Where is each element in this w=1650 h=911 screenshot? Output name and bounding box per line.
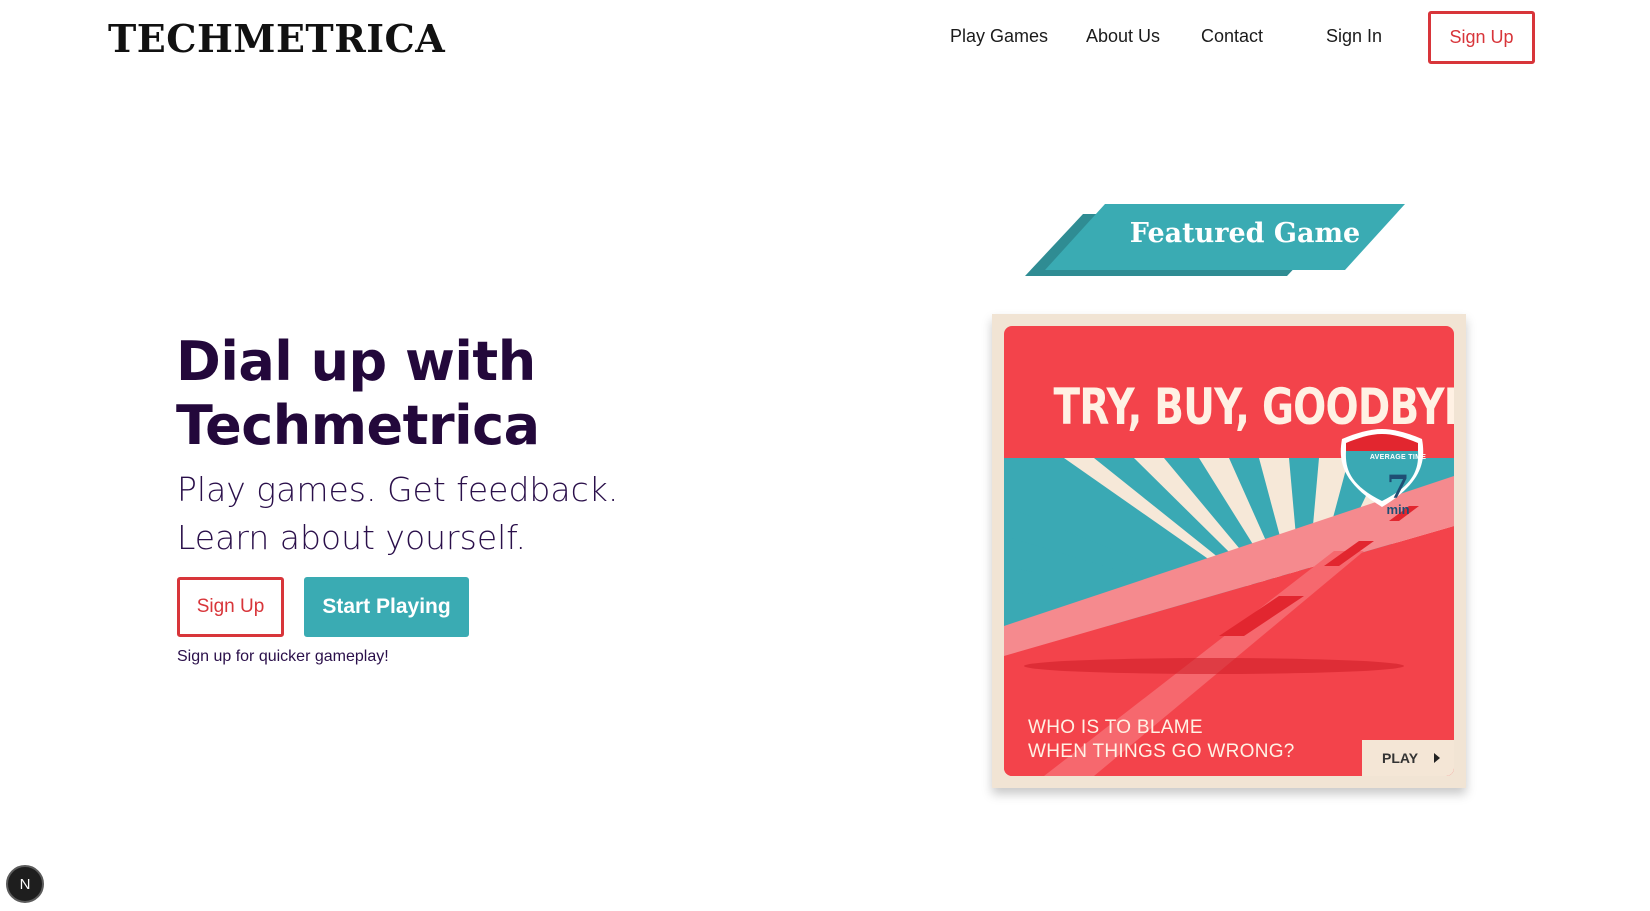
start-playing-button[interactable]: Start Playing xyxy=(304,577,469,637)
average-time-badge: AVERAGE TIME 7 min xyxy=(1356,444,1440,528)
game-tagline-line-1: WHO IS TO BLAME xyxy=(1028,717,1203,738)
play-label: PLAY xyxy=(1382,750,1419,766)
game-title: TRY, BUY, GOODBYE xyxy=(1053,378,1455,436)
hero-subtitle: Play games. Get feedback. Learn about yo… xyxy=(177,466,697,562)
hero-title-line-1: Dial up with xyxy=(176,330,536,393)
hero-title-line-2: Techmetrica xyxy=(176,394,540,457)
play-arrow-icon xyxy=(1434,753,1440,763)
game-tagline: WHO IS TO BLAME WHEN THINGS GO WRONG? xyxy=(1028,716,1328,764)
site-header: TECHMETRICA Play Games About Us Contact … xyxy=(0,0,1650,80)
hero-subtitle-line-2: Learn about yourself. xyxy=(177,518,526,557)
nav-about-us[interactable]: About Us xyxy=(1086,26,1160,47)
badge-caption: AVERAGE TIME xyxy=(1369,454,1427,461)
nextjs-dev-indicator[interactable]: N xyxy=(6,865,44,903)
featured-game-banner: Featured Game xyxy=(1025,204,1435,282)
site-logo[interactable]: TECHMETRICA xyxy=(108,16,445,61)
game-cover-art[interactable]: TRY, BUY, GOODBYE AVERAGE TIME 7 min WHO… xyxy=(1004,326,1454,776)
game-tagline-line-2: WHEN THINGS GO WRONG? xyxy=(1028,741,1295,762)
play-game-button[interactable]: PLAY xyxy=(1362,740,1454,776)
signup-hint: Sign up for quicker gameplay! xyxy=(177,648,389,665)
featured-game-card[interactable]: TRY, BUY, GOODBYE AVERAGE TIME 7 min WHO… xyxy=(992,314,1466,788)
hero-sign-up-button[interactable]: Sign Up xyxy=(177,577,284,637)
nav-contact[interactable]: Contact xyxy=(1201,26,1263,47)
hero-title: Dial up with Techmetrica xyxy=(176,330,696,458)
nav-sign-up-button[interactable]: Sign Up xyxy=(1428,11,1535,64)
hero-subtitle-line-1: Play games. Get feedback. xyxy=(177,470,619,509)
badge-unit: min xyxy=(1386,502,1410,517)
nav-play-games[interactable]: Play Games xyxy=(950,26,1048,47)
nav-sign-in[interactable]: Sign In xyxy=(1326,26,1382,47)
featured-game-label: Featured Game xyxy=(1129,218,1361,249)
badge-value: 7 xyxy=(1386,468,1410,506)
